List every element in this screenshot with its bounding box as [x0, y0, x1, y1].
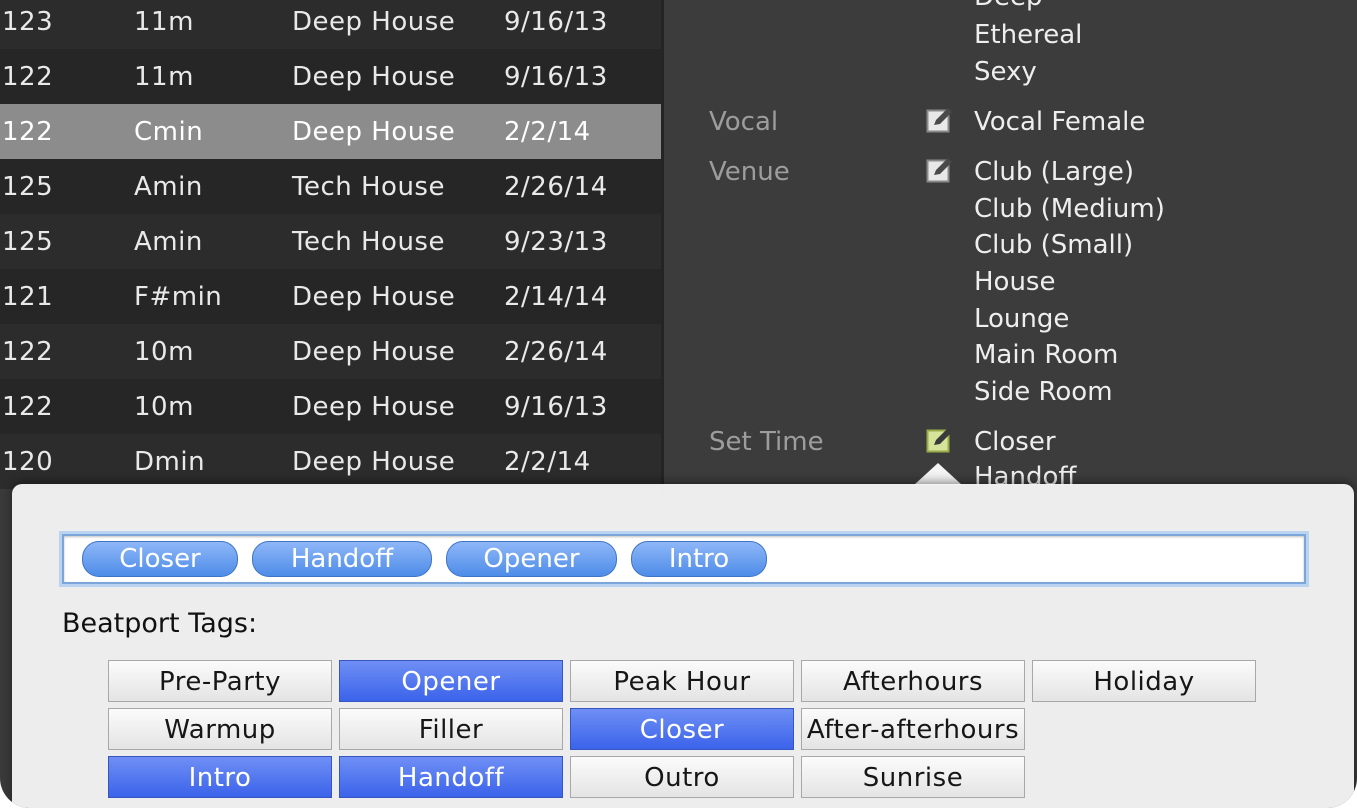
date-cell: 9/16/13: [504, 392, 608, 422]
key-cell: 11m: [134, 7, 194, 37]
vocal-value: Vocal Female: [974, 107, 1146, 137]
genre-cell: Deep House: [292, 117, 456, 147]
venue-value: Club (Large): [974, 157, 1135, 187]
beatport-tags-label: Beatport Tags:: [62, 608, 258, 639]
vocal-label: Vocal: [709, 107, 779, 137]
tag-editor-popover: Closer Handoff Opener Intro Beatport Tag…: [12, 484, 1354, 808]
genre-cell: Deep House: [292, 447, 456, 477]
tag-button[interactable]: Outro: [570, 756, 794, 798]
date-cell: 2/26/14: [504, 172, 608, 202]
mood-value: Ethereal: [974, 20, 1083, 50]
date-cell: 2/2/14: [504, 117, 591, 147]
mood-value: Sexy: [974, 57, 1037, 87]
date-cell: 2/14/14: [504, 282, 608, 312]
tag-button[interactable]: Holiday: [1032, 660, 1256, 702]
bpm-cell: 122: [2, 392, 54, 422]
venue-value: Main Room: [974, 340, 1119, 370]
date-cell: 9/16/13: [504, 62, 608, 92]
token-chip[interactable]: Opener: [446, 541, 617, 577]
track-row[interactable]: 125 Amin Tech House 2/26/14: [0, 159, 661, 214]
track-row[interactable]: 121 F#min Deep House 2/14/14: [0, 269, 661, 324]
key-cell: F#min: [134, 282, 223, 312]
tag-button[interactable]: After-afterhours: [801, 708, 1025, 750]
venue-value: House: [974, 267, 1056, 297]
bpm-cell: 125: [2, 227, 54, 257]
date-cell: 9/16/13: [504, 7, 608, 37]
tag-button[interactable]: Afterhours: [801, 660, 1025, 702]
tag-button[interactable]: Closer: [570, 708, 794, 750]
key-cell: 10m: [134, 337, 194, 367]
date-cell: 2/26/14: [504, 337, 608, 367]
genre-cell: Deep House: [292, 62, 456, 92]
date-cell: 2/2/14: [504, 447, 591, 477]
settime-label: Set Time: [709, 427, 824, 457]
track-row-selected[interactable]: 122 Cmin Deep House 2/2/14: [0, 104, 661, 159]
track-row[interactable]: 122 10m Deep House 9/16/13: [0, 379, 661, 434]
settime-value: Closer: [974, 427, 1056, 457]
track-row[interactable]: 122 10m Deep House 2/26/14: [0, 324, 661, 379]
tag-button[interactable]: Intro: [108, 756, 332, 798]
key-cell: Amin: [134, 172, 203, 202]
token-chip[interactable]: Closer: [82, 541, 238, 577]
genre-cell: Deep House: [292, 282, 456, 312]
venue-label: Venue: [709, 157, 790, 187]
track-row[interactable]: 122 11m Deep House 9/16/13: [0, 49, 661, 104]
edit-icon-active[interactable]: [926, 426, 956, 454]
tag-button[interactable]: Handoff: [339, 756, 563, 798]
genre-cell: Tech House: [292, 227, 445, 257]
tag-button[interactable]: Peak Hour: [570, 660, 794, 702]
genre-cell: Deep House: [292, 7, 456, 37]
track-row[interactable]: 120 Dmin Deep House 2/2/14: [0, 434, 661, 489]
venue-value: Lounge: [974, 304, 1070, 334]
tag-button[interactable]: Filler: [339, 708, 563, 750]
bpm-cell: 125: [2, 172, 54, 202]
token-chip[interactable]: Intro: [631, 541, 767, 577]
key-cell: Amin: [134, 227, 203, 257]
tag-button[interactable]: Warmup: [108, 708, 332, 750]
edit-icon[interactable]: [926, 156, 956, 184]
tag-button[interactable]: Sunrise: [801, 756, 1025, 798]
tag-button[interactable]: Opener: [339, 660, 563, 702]
venue-value: Club (Medium): [974, 194, 1165, 224]
app-window: 123 11m Deep House 9/16/13 122 11m Deep House…: [0, 0, 1357, 808]
bpm-cell: 122: [2, 337, 54, 367]
genre-cell: Tech House: [292, 172, 445, 202]
track-row[interactable]: 123 11m Deep House 9/16/13: [0, 0, 661, 49]
edit-icon[interactable]: [926, 106, 956, 134]
key-cell: 10m: [134, 392, 194, 422]
token-chip[interactable]: Handoff: [252, 541, 432, 577]
venue-value: Side Room: [974, 377, 1113, 407]
bpm-cell: 120: [2, 447, 54, 477]
track-details-panel: Deep Ethereal Sexy Vocal Vocal Female Ve…: [664, 0, 1357, 500]
track-row[interactable]: 125 Amin Tech House 9/23/13: [0, 214, 661, 269]
key-cell: Cmin: [134, 117, 204, 147]
bpm-cell: 123: [2, 7, 54, 37]
venue-value: Club (Small): [974, 230, 1134, 260]
track-list: 123 11m Deep House 9/16/13 122 11m Deep House…: [0, 0, 661, 489]
bpm-cell: 122: [2, 117, 54, 147]
mood-value: Deep: [974, 0, 1043, 12]
key-cell: Dmin: [134, 447, 206, 477]
bpm-cell: 121: [2, 282, 54, 312]
tag-token-field[interactable]: Closer Handoff Opener Intro: [62, 534, 1306, 584]
bpm-cell: 122: [2, 62, 54, 92]
date-cell: 9/23/13: [504, 227, 608, 257]
tag-button[interactable]: Pre-Party: [108, 660, 332, 702]
popover-arrow: [914, 463, 962, 485]
key-cell: 11m: [134, 62, 194, 92]
genre-cell: Deep House: [292, 392, 456, 422]
genre-cell: Deep House: [292, 337, 456, 367]
